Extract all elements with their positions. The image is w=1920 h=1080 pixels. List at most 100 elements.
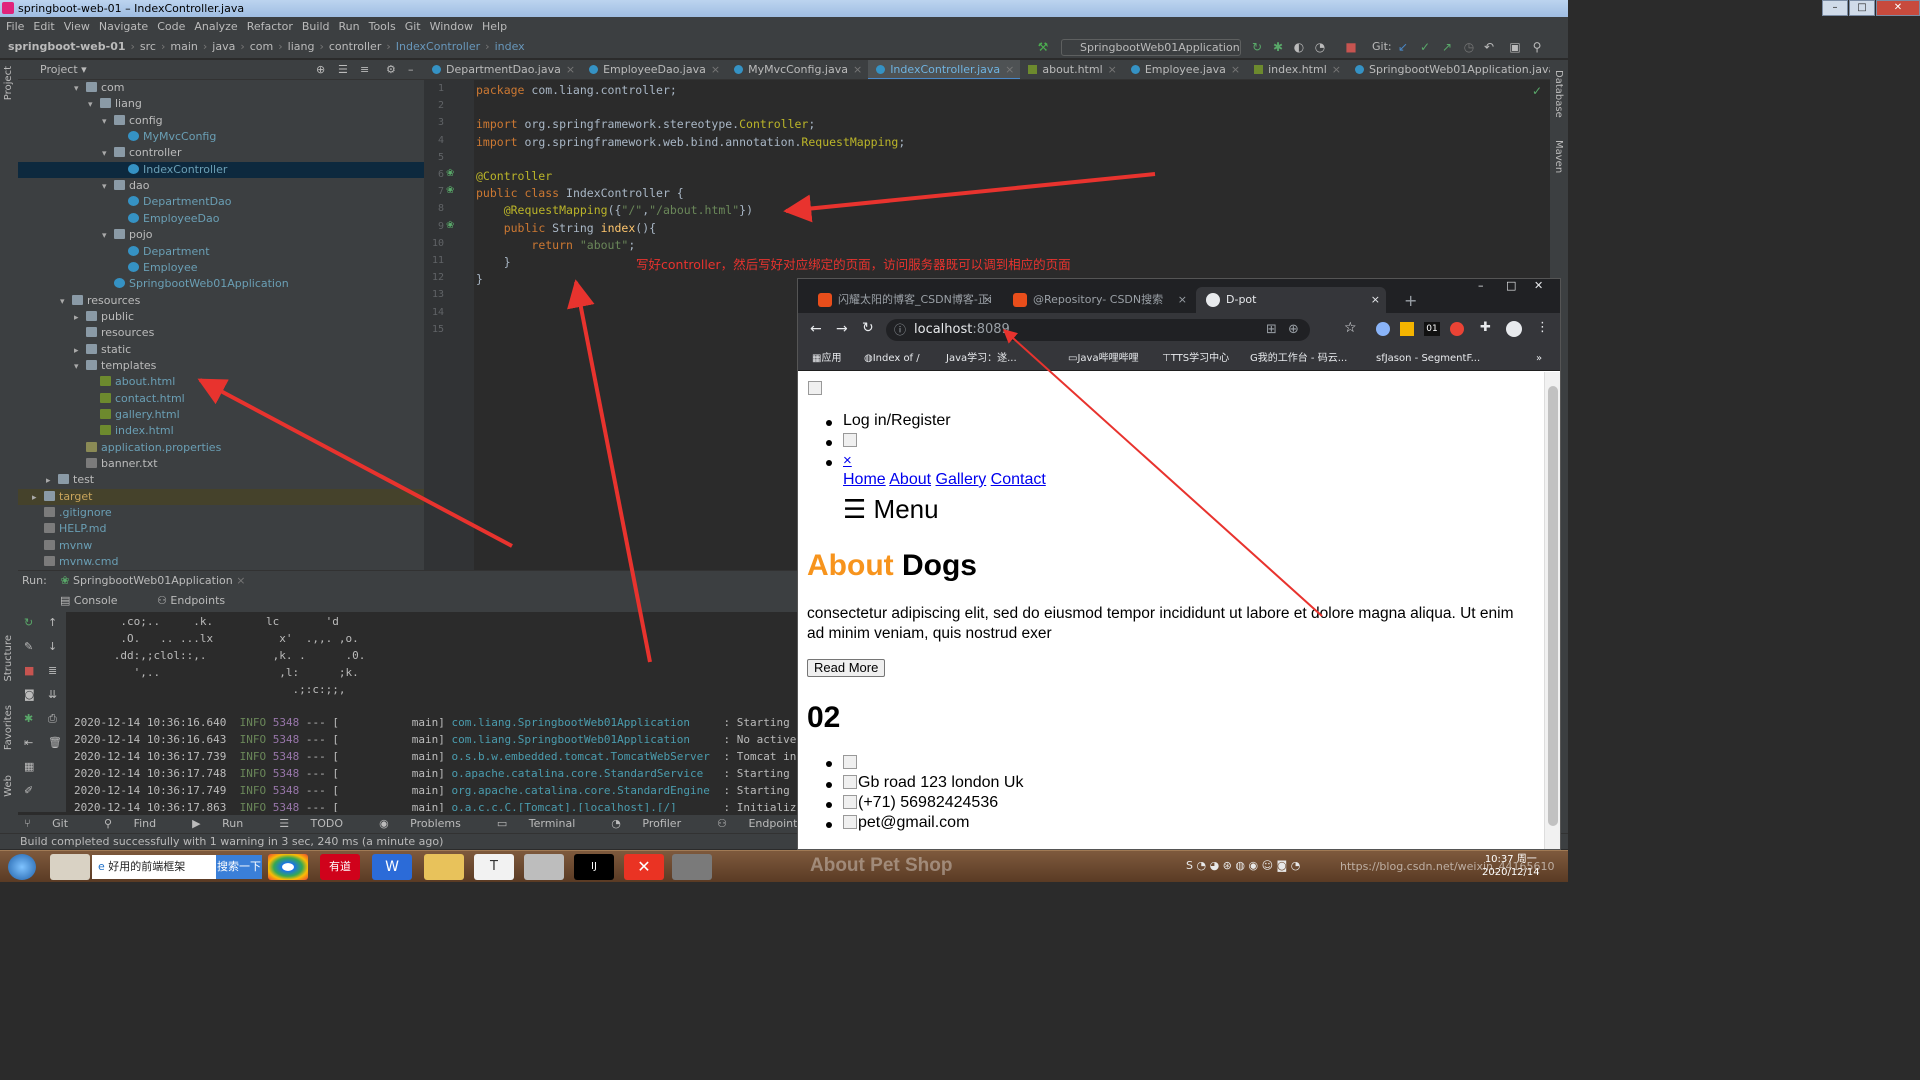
locate-icon[interactable]: ⊕: [316, 60, 325, 80]
editor-tab[interactable]: DepartmentDao.java ×: [424, 60, 581, 79]
project-structure-icon[interactable]: ▣: [1508, 40, 1522, 54]
trash-icon[interactable]: 🗑: [48, 736, 62, 749]
app-taskbar-icon[interactable]: [672, 854, 712, 880]
close-icon[interactable]: ×: [983, 287, 992, 313]
bookmark-star-icon[interactable]: ☆: [1344, 320, 1357, 336]
nav-gallery[interactable]: Gallery: [936, 471, 987, 488]
tree-item[interactable]: ▾ resources: [18, 293, 424, 309]
maximize-icon[interactable]: □: [1849, 0, 1875, 16]
structure-tool-button[interactable]: Structure: [3, 635, 14, 682]
translate-icon[interactable]: ⊞: [1266, 319, 1277, 341]
spring-bean-icon[interactable]: ❀: [446, 220, 454, 231]
tray-icons[interactable]: S ◔ ◕ ⊛ ◍ ◉ ☺ ◙ ◔: [1186, 859, 1300, 872]
menu-code[interactable]: Code: [157, 20, 185, 33]
nav-home[interactable]: Home: [843, 471, 886, 488]
tool-problems[interactable]: ◉ Problems: [379, 817, 479, 830]
hide-panel-icon[interactable]: –: [408, 60, 414, 80]
pin-icon[interactable]: ✐: [24, 784, 33, 797]
tree-item[interactable]: IndexController: [18, 161, 424, 178]
git-history-icon[interactable]: ◷: [1462, 40, 1476, 54]
rerun-icon[interactable]: ↻: [1250, 40, 1264, 54]
zoom-icon[interactable]: ⊕: [1288, 319, 1299, 341]
menu-toggle[interactable]: ☰ Menu: [843, 494, 939, 525]
explorer-taskbar-icon[interactable]: [424, 854, 464, 880]
editor-tab[interactable]: Employee.java ×: [1123, 60, 1246, 79]
tool-git[interactable]: ⑂ Git: [24, 817, 86, 830]
tree-item[interactable]: banner.txt: [18, 456, 424, 472]
editor-tab[interactable]: EmployeeDao.java ×: [581, 60, 726, 79]
tree-item[interactable]: ▾ dao: [18, 178, 424, 194]
tree-item[interactable]: mvnw.cmd: [18, 554, 424, 570]
layout-icon[interactable]: ▦: [24, 760, 34, 773]
coverage-icon[interactable]: ◐: [1292, 40, 1306, 54]
close-link[interactable]: ×: [843, 452, 852, 469]
wrench-icon[interactable]: ✎: [24, 640, 33, 653]
xmind-taskbar-icon[interactable]: ✕: [624, 854, 664, 880]
search-icon[interactable]: ⚲: [1530, 40, 1544, 54]
tree-toggle-icon[interactable]: ▾: [74, 359, 86, 375]
tree-item[interactable]: resources: [18, 325, 424, 341]
console-output[interactable]: .co;.. .k. lc 'd .O. .. ...lx x' .,,. ,o…: [66, 612, 800, 812]
breadcrumb-item[interactable]: src: [140, 40, 156, 53]
bookmarks-overflow-icon[interactable]: »: [1536, 347, 1542, 371]
debug-icon[interactable]: ✱: [1271, 40, 1285, 54]
bookmark-segmentfault[interactable]: sf Jason - SegmentF...: [1376, 347, 1480, 371]
tree-toggle-icon[interactable]: ▸: [74, 310, 86, 326]
puzzle-icon[interactable]: ✚: [1480, 320, 1491, 335]
tree-item[interactable]: SpringbootWeb01Application: [18, 276, 424, 292]
extension-icon[interactable]: [1450, 322, 1464, 336]
editor-tab[interactable]: SpringbootWeb01Application.java×: [1347, 60, 1550, 79]
chrome-close-icon[interactable]: ✕: [1534, 279, 1543, 292]
close-icon[interactable]: ×: [1108, 63, 1117, 76]
tree-toggle-icon[interactable]: ▾: [102, 228, 114, 244]
editor-tab[interactable]: index.html ×: [1246, 60, 1347, 79]
close-icon[interactable]: ×: [853, 63, 862, 76]
tree-item[interactable]: about.html: [18, 374, 424, 390]
back-icon[interactable]: ←: [810, 321, 822, 337]
bookmark-tts[interactable]: ⊤ TTS学习中心: [1162, 347, 1229, 371]
taskbar-search-button[interactable]: 搜索一下: [216, 855, 262, 879]
tool-profiler[interactable]: ◔ Profiler: [611, 817, 699, 830]
tree-toggle-icon[interactable]: ▸: [74, 343, 86, 359]
menu-navigate[interactable]: Navigate: [99, 20, 148, 33]
page-scrollbar[interactable]: [1544, 372, 1560, 849]
console-tab[interactable]: ▤ Console: [60, 594, 136, 607]
tree-item[interactable]: ▸ target: [18, 488, 424, 506]
breadcrumb-item[interactable]: IndexController: [396, 40, 480, 53]
breadcrumb-item[interactable]: controller: [329, 40, 381, 53]
profile-icon[interactable]: ◔: [1313, 40, 1327, 54]
spring-bean-icon[interactable]: ❀: [446, 168, 454, 179]
project-view-select[interactable]: Project: [40, 63, 78, 76]
tree-item[interactable]: Employee: [18, 260, 424, 276]
breadcrumb-item[interactable]: index: [495, 40, 525, 53]
info-icon[interactable]: ⓘ: [894, 319, 906, 341]
tree-toggle-icon[interactable]: ▾: [88, 97, 100, 113]
tree-item[interactable]: gallery.html: [18, 407, 424, 423]
snipping-taskbar-icon[interactable]: [524, 854, 564, 880]
chrome-maximize-icon[interactable]: □: [1506, 279, 1516, 292]
taskbar-search-input[interactable]: e 好用的前端框架: [92, 855, 216, 879]
tree-toggle-icon[interactable]: ▾: [102, 114, 114, 130]
breadcrumb-item[interactable]: springboot-web-01: [8, 40, 126, 53]
editor-tab[interactable]: IndexController.java ×: [868, 60, 1021, 79]
close-icon[interactable]: ×: [1332, 63, 1341, 76]
collapse-all-icon[interactable]: ≡: [360, 60, 369, 80]
tree-item[interactable]: .gitignore: [18, 505, 424, 521]
endpoints-tab[interactable]: ⚇ Endpoints: [157, 594, 243, 607]
tool-find[interactable]: ⚲ Find: [104, 817, 174, 830]
tree-toggle-icon[interactable]: ▸: [32, 490, 44, 506]
tree-item[interactable]: ▾ templates: [18, 358, 424, 374]
tree-toggle-icon[interactable]: ▾: [60, 294, 72, 310]
favorites-tool-button[interactable]: Favorites: [3, 705, 14, 750]
tree-item[interactable]: ▸ static: [18, 342, 424, 358]
extension-icon[interactable]: [1400, 322, 1414, 336]
chrome-tab-csdn-blog[interactable]: 闪耀太阳的博客_CSDN博客-正i ×: [808, 287, 998, 313]
extension-icon[interactable]: [1376, 322, 1390, 336]
tree-item[interactable]: ▾ config: [18, 113, 424, 129]
tree-item[interactable]: ▾ liang: [18, 96, 424, 112]
tool-todo[interactable]: ☰ TODO: [279, 817, 361, 830]
gear-icon[interactable]: ⚙: [386, 60, 396, 80]
clock[interactable]: 10:37 周一 2020/12/14: [1482, 853, 1540, 879]
tree-item[interactable]: ▸ test: [18, 472, 424, 488]
rollback-icon[interactable]: ↶: [1482, 40, 1496, 54]
